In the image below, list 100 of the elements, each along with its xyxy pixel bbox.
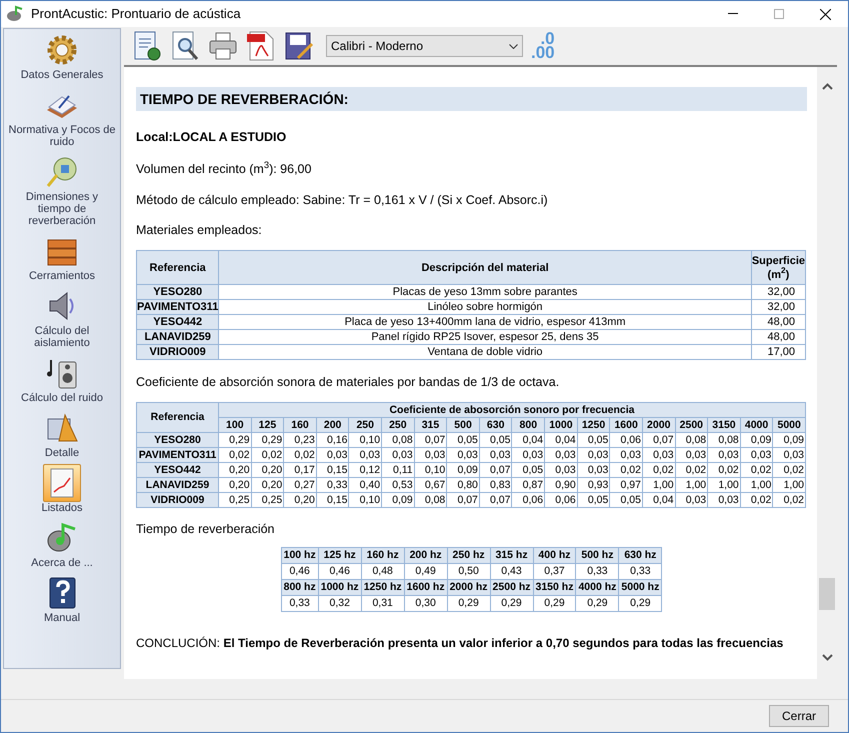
column-header: Referencia: [136, 250, 219, 284]
volume-text: Volumen del recinto (m$^{3}$): 96,00: [136, 160, 312, 178]
table-cell: 0,02: [740, 462, 773, 478]
table-cell: 0,02: [642, 462, 676, 478]
print-button[interactable]: [208, 30, 238, 62]
report-button[interactable]: [132, 30, 162, 62]
table-cell: Ventana de doble vidrio: [218, 344, 752, 360]
table-cell: 0,33: [281, 595, 318, 611]
table-cell: 0,02: [284, 447, 316, 462]
table-cell: 0,10: [414, 462, 447, 478]
table-cell: 0,02: [708, 462, 740, 478]
column-header: 1000: [544, 417, 578, 432]
table-cell: 0,03: [512, 447, 545, 462]
table-cell: 0,29: [490, 595, 533, 611]
reference-cell: YESO442: [136, 314, 219, 330]
pdf-button[interactable]: [246, 30, 276, 62]
table-cell: 0,08: [708, 432, 740, 448]
window-title: ProntAcustic: Prontuario de acústica: [31, 5, 241, 24]
sidebar-item[interactable]: Cálculo del ruido: [4, 354, 120, 404]
table-cell: 0,03: [708, 492, 740, 508]
save-button[interactable]: [284, 30, 314, 62]
table-cell: 1,00: [675, 477, 708, 492]
table-cell: 17,00: [751, 344, 806, 360]
frequency-header: 2000 hz: [447, 579, 490, 595]
frequency-header: 200 hz: [404, 547, 448, 563]
table-cell: 0,02: [251, 447, 284, 462]
reference-cell: YESO280: [136, 432, 218, 448]
close-icon: [820, 8, 830, 20]
table-cell: 0,06: [610, 432, 642, 448]
table-cell: 0,20: [251, 477, 284, 492]
table-cell: 0,03: [740, 447, 773, 462]
table-cell: 0,02: [772, 462, 806, 478]
scrollbar-thumb[interactable]: [819, 578, 835, 610]
sidebar-item[interactable]: Normativa y Focos de ruido: [4, 86, 120, 148]
column-header: Referencia: [136, 402, 218, 432]
table-cell: 0,15: [316, 462, 349, 478]
table-cell: 0,15: [316, 492, 349, 508]
reference-cell: VIDRIO009: [136, 344, 219, 360]
column-header: 800: [512, 417, 545, 432]
document-globe-icon: [132, 30, 162, 62]
table-cell: 0,29: [576, 595, 619, 611]
table-cell: 0,03: [414, 447, 447, 462]
frequency-header: 1250 hz: [361, 579, 404, 595]
preview-button[interactable]: [170, 30, 200, 62]
frequency-header: 400 hz: [533, 547, 576, 563]
local-text: Local:LOCAL A ESTUDIO: [136, 129, 288, 146]
table-cell: 0,29: [251, 432, 284, 448]
table-cell: 0,03: [675, 492, 708, 508]
column-header: 100: [218, 417, 252, 432]
table-cell: 0,27: [284, 477, 316, 492]
close-dialog-button[interactable]: Cerrar: [769, 705, 829, 727]
materials-label: Materiales empleados:: [136, 222, 263, 240]
sidebar-item[interactable]: Dimensiones y tiempo de reverberación: [4, 153, 120, 227]
table-cell: 0,48: [361, 563, 404, 579]
table-cell: 0,33: [576, 563, 619, 579]
table-cell: 0,16: [316, 432, 349, 448]
table-cell: 0,03: [642, 447, 676, 462]
table-cell: 48,00: [751, 330, 806, 344]
column-header: 2500: [675, 417, 708, 432]
table-cell: 0,03: [348, 447, 382, 462]
table-cell: Linóleo sobre hormigón: [218, 300, 752, 314]
sidebar-item[interactable]: Cerramientos: [4, 232, 120, 282]
section-heading: TIEMPO DE REVERBERACIÓN:: [136, 87, 807, 111]
table-cell: 0,07: [479, 492, 512, 508]
frequency-header: 250 hz: [447, 547, 490, 563]
reference-cell: YESO280: [136, 284, 219, 300]
sidebar-item[interactable]: Cálculo del aislamiento: [4, 287, 120, 349]
table-cell: 0,08: [382, 432, 414, 448]
frequency-header: 1600 hz: [404, 579, 448, 595]
table-cell: 0,97: [610, 477, 642, 492]
reference-cell: PAVIMENTO311: [136, 447, 218, 462]
sidebar-item[interactable]: Manual: [4, 574, 120, 624]
sidebar-item[interactable]: Listados: [4, 464, 120, 514]
table-cell: 0,08: [414, 492, 447, 508]
table-cell: 0,29: [218, 432, 252, 448]
table-cell: 0,25: [251, 492, 284, 508]
frequency-header: 315 hz: [490, 547, 533, 563]
table-cell: 0,03: [382, 447, 414, 462]
table-cell: 0,02: [218, 447, 252, 462]
table-cell: 0,05: [577, 432, 610, 448]
table-cell: 0,04: [544, 432, 578, 448]
sidebar-item[interactable]: Datos Generales: [4, 31, 120, 81]
table-cell: 0,02: [740, 492, 773, 508]
frequency-header: 630 hz: [618, 547, 662, 563]
column-header: 200: [316, 417, 349, 432]
table-cell: 0,25: [218, 492, 252, 508]
sidebar-item[interactable]: Detalle: [4, 409, 120, 459]
column-header: 250: [382, 417, 414, 432]
table-cell: 0,20: [218, 477, 252, 492]
column-header: Superficie (m$^{2}$): [751, 250, 806, 284]
table-cell: 0,30: [404, 595, 448, 611]
table-cell: 0,43: [490, 563, 533, 579]
frequency-header: 5000 hz: [618, 579, 662, 595]
table-cell: 0,09: [772, 432, 806, 448]
table-cell: 0,31: [361, 595, 404, 611]
sidebar-item[interactable]: Acerca de ...: [4, 519, 120, 569]
table-cell: 0,03: [544, 462, 578, 478]
font-select[interactable]: Calibri - Moderno: [326, 35, 523, 57]
frequency-header: 2500 hz: [490, 579, 533, 595]
table-cell: 0,29: [447, 595, 490, 611]
